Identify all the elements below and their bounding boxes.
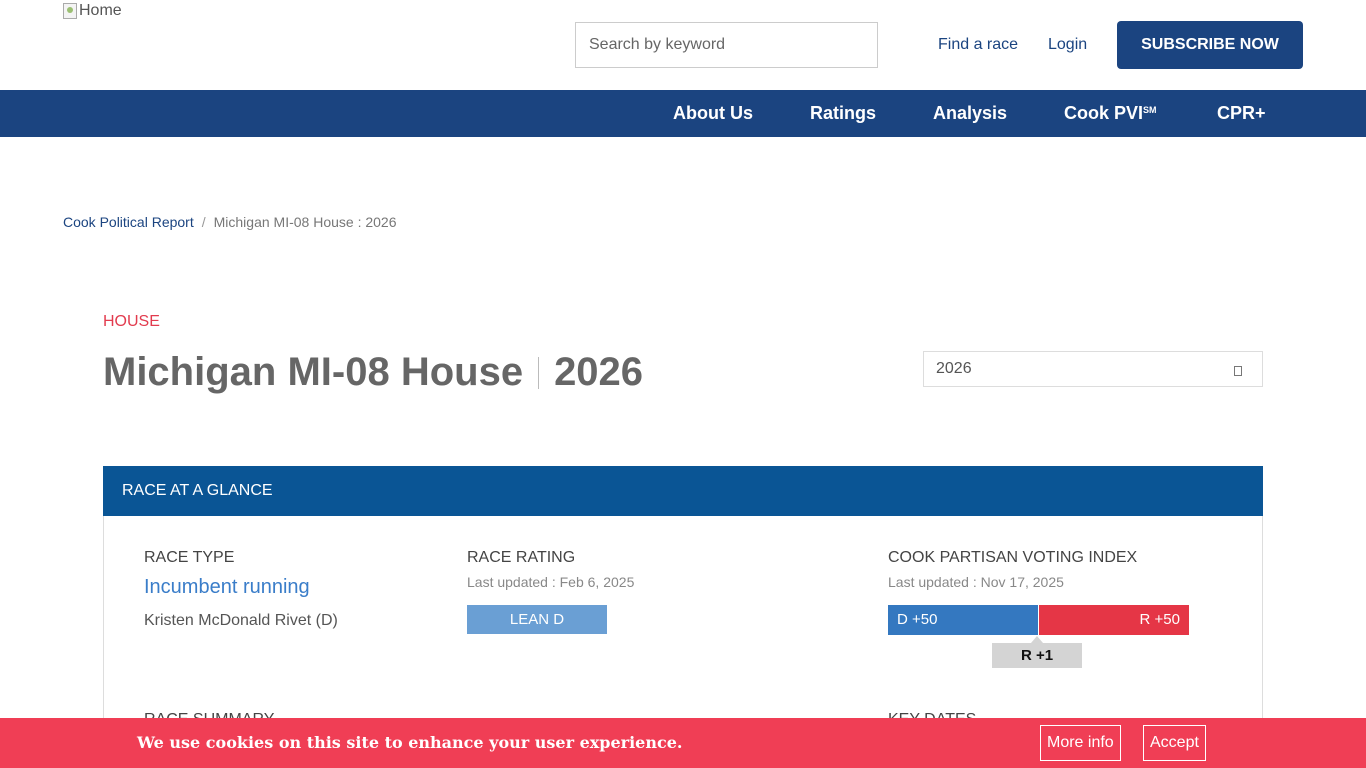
breadcrumb-separator: / xyxy=(201,214,206,230)
subscribe-button[interactable]: SUBSCRIBE NOW xyxy=(1117,21,1303,69)
breadcrumb-current: Michigan MI-08 House : 2026 xyxy=(213,214,397,230)
rating-badge: LEAN D xyxy=(467,605,607,634)
nav-item-cook-pvi-label: Cook PVI xyxy=(1064,103,1144,123)
breadcrumb: Cook Political Report / Michigan MI-08 H… xyxy=(63,214,397,230)
race-category: HOUSE xyxy=(103,313,160,330)
cookie-accept-button[interactable]: Accept xyxy=(1143,725,1206,761)
race-rating-updated: Last updated : Feb 6, 2025 xyxy=(467,574,635,590)
page-title: Michigan MI-08 House 2026 xyxy=(103,350,643,395)
login-link[interactable]: Login xyxy=(1048,36,1087,54)
service-mark: SM xyxy=(1143,105,1157,115)
year-select-value: 2026 xyxy=(936,360,972,377)
pvi-score: R +1 xyxy=(992,643,1082,668)
pvi-label: COOK PARTISAN VOTING INDEX xyxy=(888,549,1138,566)
find-race-link[interactable]: Find a race xyxy=(938,36,1018,54)
cookie-banner: We use cookies on this site to enhance y… xyxy=(0,718,1366,768)
nav-item-about-us[interactable]: About Us xyxy=(673,103,753,124)
chevron-down-icon xyxy=(1234,366,1242,376)
nav-item-ratings[interactable]: Ratings xyxy=(810,103,876,124)
pvi-pointer xyxy=(1031,636,1043,643)
nav-item-analysis[interactable]: Analysis xyxy=(933,103,1007,124)
nav-item-cpr-plus[interactable]: CPR+ xyxy=(1217,103,1266,124)
race-type-value: Incumbent running xyxy=(144,576,310,598)
main-nav: About Us Ratings Analysis Cook PVISM CPR… xyxy=(0,90,1366,137)
pvi-updated: Last updated : Nov 17, 2025 xyxy=(888,574,1064,590)
page-title-text: Michigan MI-08 House xyxy=(103,350,524,394)
pvi-bar-republican: R +50 xyxy=(1039,605,1189,635)
logo-alt-text: Home xyxy=(79,2,122,19)
title-divider xyxy=(538,356,540,389)
home-logo-link[interactable]: Home xyxy=(63,2,122,20)
race-type-label: RACE TYPE xyxy=(144,549,235,566)
pvi-bar-democrat: D +50 xyxy=(888,605,1038,635)
cookie-message: We use cookies on this site to enhance y… xyxy=(137,733,683,752)
page-title-year: 2026 xyxy=(554,350,644,394)
race-at-a-glance-header: RACE AT A GLANCE xyxy=(103,466,1263,516)
nav-item-cook-pvi[interactable]: Cook PVISM xyxy=(1064,103,1157,124)
race-rating-label: RACE RATING xyxy=(467,549,576,566)
year-select[interactable]: 2026 xyxy=(923,351,1263,387)
incumbent-name: Kristen McDonald Rivet (D) xyxy=(144,612,338,629)
broken-image-icon xyxy=(63,3,77,19)
breadcrumb-home-link[interactable]: Cook Political Report xyxy=(63,214,194,230)
search-input[interactable] xyxy=(575,22,878,68)
cookie-more-info-button[interactable]: More info xyxy=(1040,725,1121,761)
